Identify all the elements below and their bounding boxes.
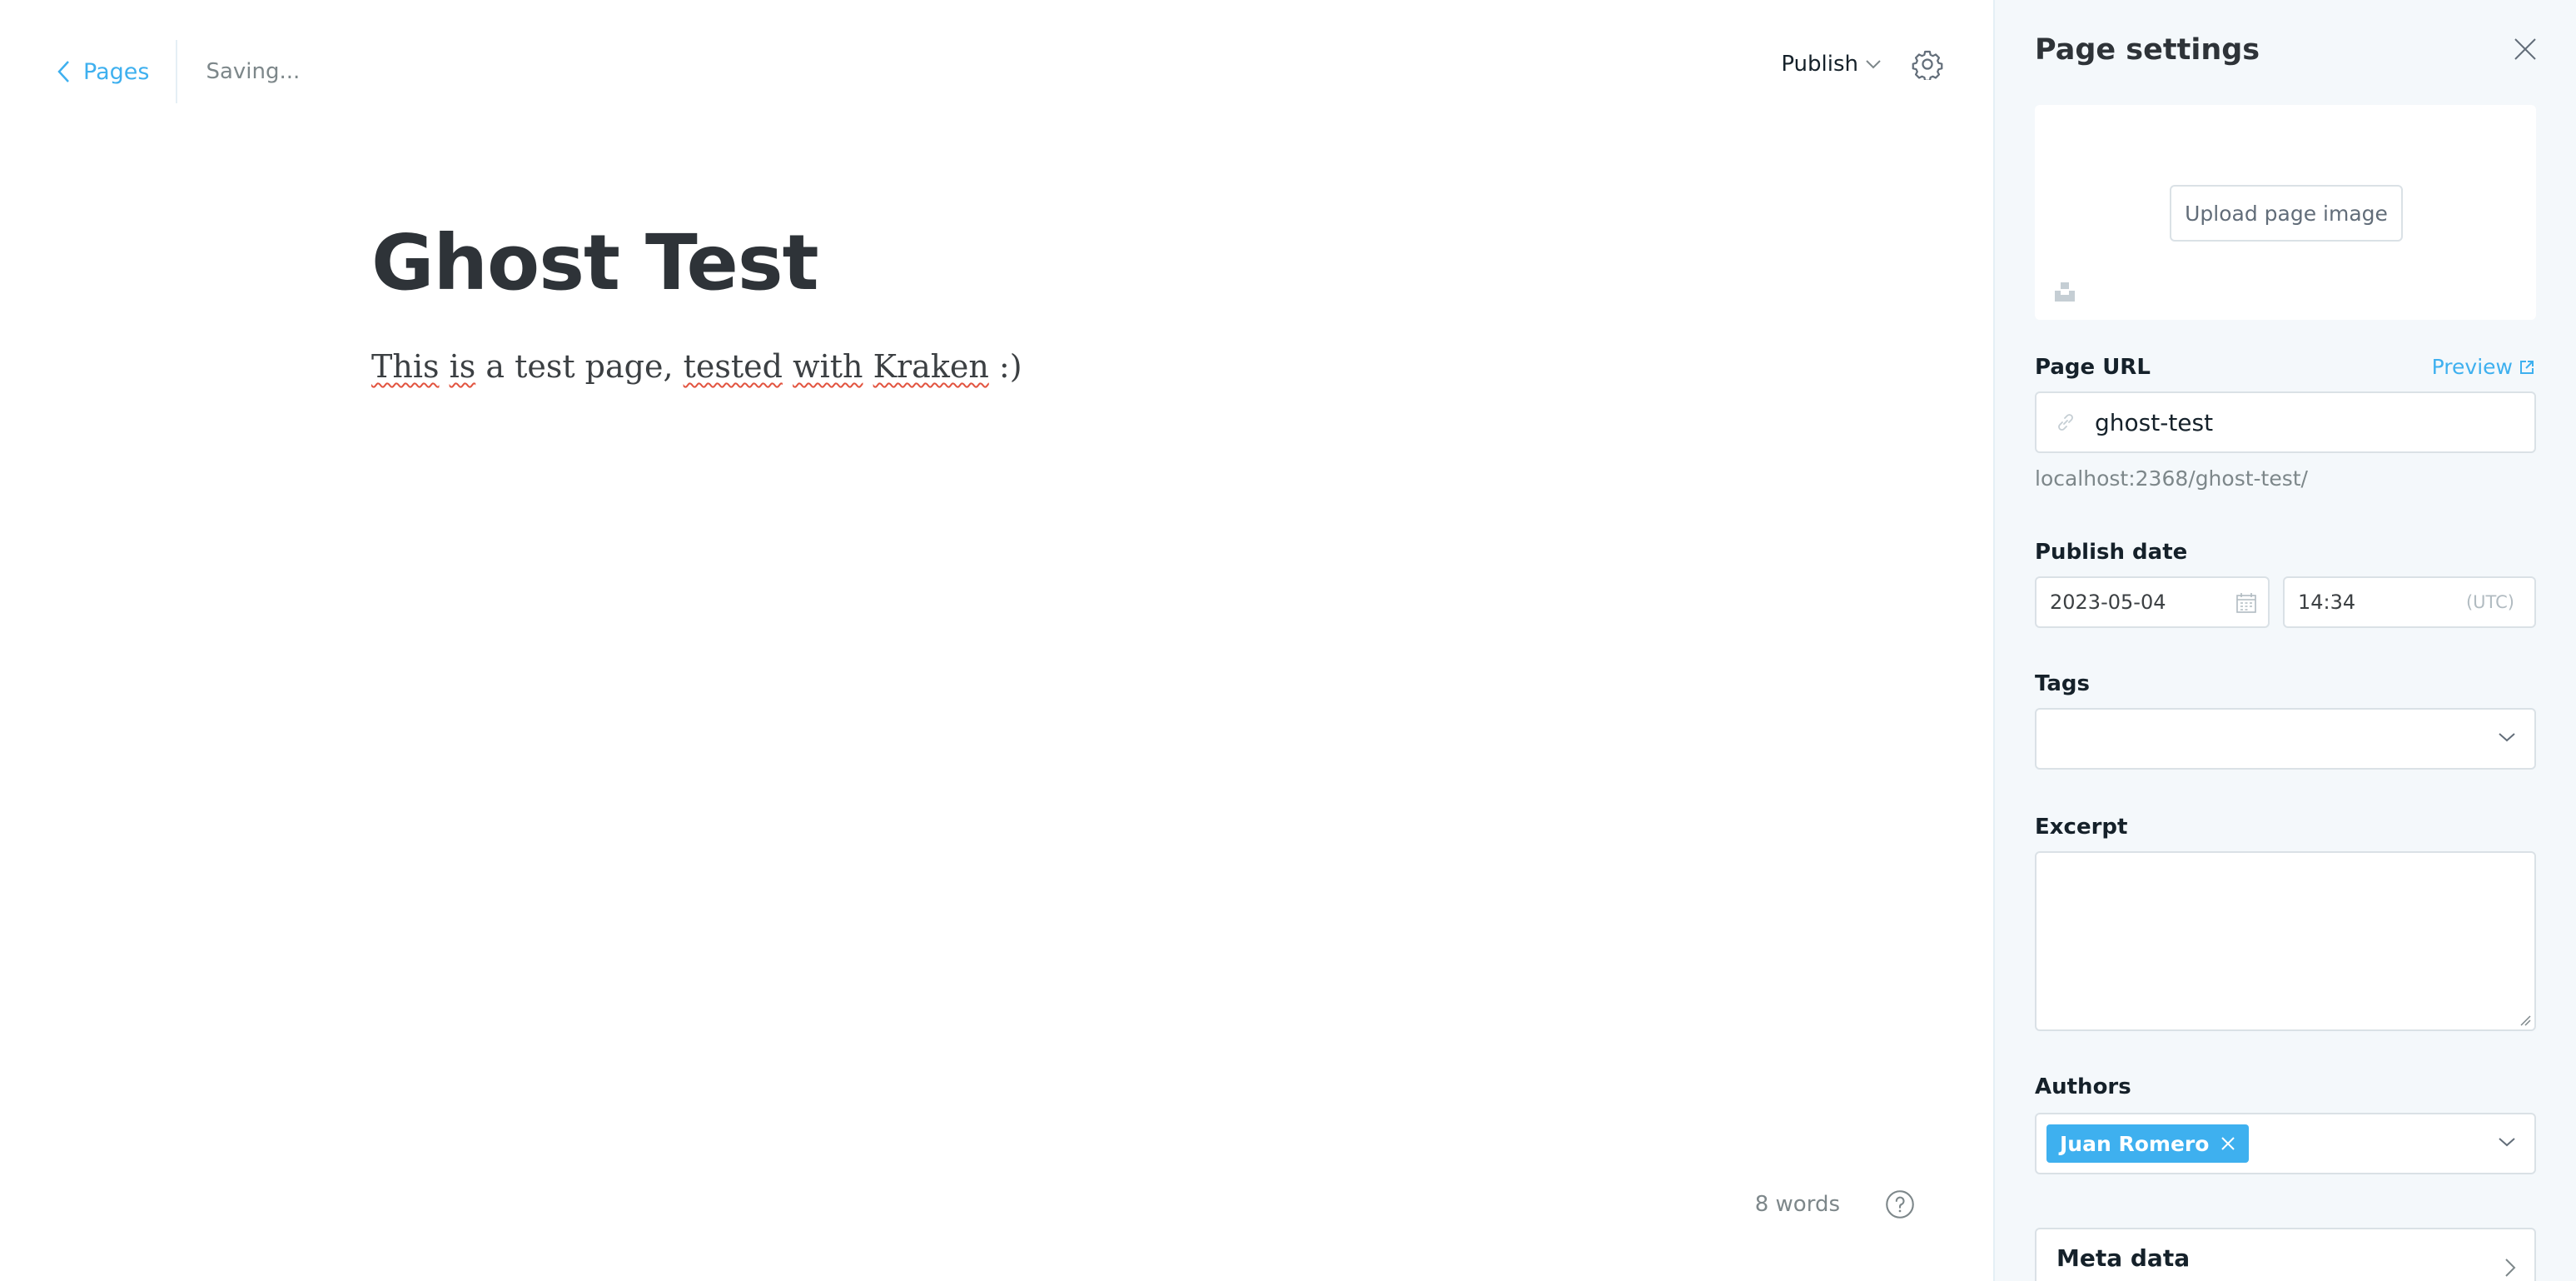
link-icon: [2058, 414, 2073, 431]
page-image-dropzone: Upload page image: [2035, 105, 2536, 320]
meta-data-label: Meta data: [2056, 1244, 2191, 1272]
external-link-icon: [2520, 360, 2534, 374]
page-title[interactable]: Ghost Test: [371, 218, 819, 307]
unsplash-icon[interactable]: [2053, 280, 2076, 303]
author-token[interactable]: Juan Romero: [2046, 1124, 2250, 1163]
publish-date-label: Publish date: [2035, 540, 2188, 565]
help-icon[interactable]: [1885, 1189, 1915, 1219]
authors-label: Authors: [2035, 1074, 2131, 1099]
resize-handle-icon[interactable]: [2518, 1013, 2531, 1026]
tags-label: Tags: [2035, 671, 2091, 696]
publish-time-input[interactable]: [2298, 591, 2423, 614]
back-to-pages-link[interactable]: Pages: [57, 59, 149, 85]
page-body-text[interactable]: This is a test page, tested with Kraken …: [371, 348, 1022, 385]
publish-menu-button[interactable]: Publish: [1781, 52, 1882, 77]
chevron-right-icon: [2505, 1259, 2516, 1277]
upload-page-image-button[interactable]: Upload page image: [2170, 185, 2403, 242]
panel-title: Page settings: [2035, 33, 2260, 67]
word-count: 8 words: [1754, 1192, 1840, 1217]
page-url-field[interactable]: [2035, 391, 2536, 453]
save-status: Saving...: [206, 59, 301, 84]
authors-select[interactable]: Juan Romero: [2035, 1113, 2536, 1174]
editor-area: Pages Saving... Publish Ghost Test This …: [0, 0, 1993, 1281]
page-settings-panel: Page settings Upload page image Page URL…: [1993, 0, 2576, 1281]
full-url-hint: localhost:2368/ghost-test/: [2035, 466, 2308, 491]
excerpt-textarea[interactable]: [2035, 851, 2536, 1031]
chevron-down-icon: [1866, 60, 1881, 69]
misspelled-word: tested: [683, 348, 783, 385]
publish-date-input[interactable]: [2050, 591, 2216, 614]
timezone-label: (UTC): [2465, 592, 2514, 612]
editor-topbar-left: Pages Saving...: [57, 40, 300, 103]
author-name: Juan Romero: [2060, 1131, 2210, 1156]
excerpt-label: Excerpt: [2035, 815, 2128, 840]
chevron-down-icon: [2499, 733, 2515, 742]
misspelled-word: This: [371, 348, 440, 385]
editor-topbar-right: Publish: [1781, 48, 1943, 80]
chevron-left-icon: [57, 61, 69, 82]
back-link-label: Pages: [83, 58, 150, 85]
remove-icon[interactable]: [2220, 1136, 2235, 1151]
chevron-down-icon: [2499, 1138, 2515, 1147]
gear-icon[interactable]: [1912, 48, 1943, 80]
calendar-icon[interactable]: [2235, 591, 2258, 615]
topbar-divider: [176, 40, 178, 103]
editor-footer: 8 words: [1755, 1189, 1915, 1219]
tags-select[interactable]: [2035, 708, 2536, 770]
page-url-label: Page URL: [2035, 355, 2151, 380]
meta-data-section[interactable]: Meta data: [2035, 1228, 2536, 1281]
publish-label: Publish: [1781, 52, 1858, 77]
preview-label: Preview: [2431, 355, 2513, 379]
publish-date-field[interactable]: [2035, 576, 2270, 628]
close-icon[interactable]: [2513, 37, 2538, 62]
misspelled-word: with: [793, 348, 863, 385]
misspelled-word: is: [449, 348, 476, 385]
publish-time-field[interactable]: (UTC): [2283, 576, 2536, 628]
body-text-segment: :): [998, 348, 1022, 385]
page-url-input[interactable]: [2095, 408, 2511, 436]
misspelled-word: Kraken: [873, 348, 989, 385]
body-text-segment: a test page,: [485, 348, 674, 385]
preview-link[interactable]: Preview: [2432, 355, 2534, 379]
